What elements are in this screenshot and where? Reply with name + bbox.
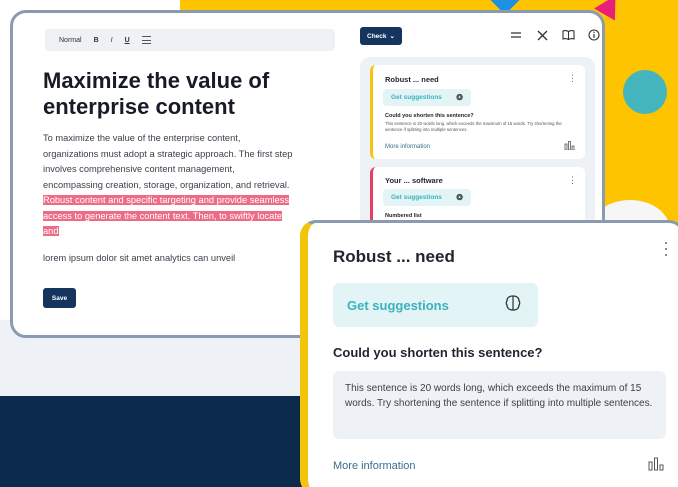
italic-button[interactable]: I bbox=[111, 37, 113, 44]
close-icon[interactable] bbox=[535, 28, 549, 42]
highlighted-issue-text[interactable]: Robust content and specific targeting an… bbox=[43, 195, 289, 236]
chart-icon[interactable] bbox=[648, 457, 664, 474]
check-button[interactable]: Check ⌄ bbox=[360, 27, 402, 45]
kebab-menu-icon[interactable]: ⋮ bbox=[568, 73, 577, 84]
underline-button[interactable]: U bbox=[125, 37, 130, 44]
zoom-card-description: This sentence is 20 words long, which ex… bbox=[333, 371, 666, 439]
document-title[interactable]: Maximize the value of enterprise content bbox=[43, 68, 313, 120]
info-icon[interactable] bbox=[587, 28, 601, 42]
menu-icon[interactable] bbox=[509, 28, 523, 42]
body-text: To maximize the value of the enterprise … bbox=[43, 133, 293, 190]
card-question: Could you shorten this sentence? bbox=[385, 113, 474, 119]
document-paragraph-lorem[interactable]: lorem ipsum dolor sit amet analytics can… bbox=[43, 253, 235, 263]
bold-button[interactable]: B bbox=[94, 37, 99, 44]
panel-header-icons bbox=[509, 28, 601, 42]
document-body[interactable]: To maximize the value of the enterprise … bbox=[43, 131, 293, 240]
get-suggestions-button[interactable]: Get suggestions bbox=[333, 283, 538, 327]
more-information-link[interactable]: More information bbox=[333, 460, 416, 472]
formatting-toolbar: Normal B I U bbox=[45, 29, 335, 51]
zoom-card-title: Robust ... need bbox=[333, 247, 455, 266]
get-suggestions-label: Get suggestions bbox=[391, 94, 442, 101]
card-title: Robust ... need bbox=[385, 75, 439, 84]
brain-icon: ❂ bbox=[456, 193, 463, 202]
card-title: Your ... software bbox=[385, 176, 443, 185]
book-icon[interactable] bbox=[561, 28, 575, 42]
get-suggestions-button[interactable]: Get suggestions ❂ bbox=[383, 89, 471, 106]
get-suggestions-button[interactable]: Get suggestions ❂ bbox=[383, 189, 471, 206]
suggestion-card-zoomed[interactable]: Robust ... need · · · Get suggestions Coul… bbox=[300, 220, 678, 487]
paragraph-style-dropdown[interactable]: Normal bbox=[59, 37, 82, 44]
check-button-label: Check bbox=[367, 32, 387, 40]
brain-icon: ❂ bbox=[456, 93, 463, 102]
kebab-menu-icon[interactable]: · · · bbox=[663, 233, 669, 263]
chevron-down-icon: ⌄ bbox=[389, 33, 395, 40]
card-subtitle: Numbered list bbox=[385, 213, 422, 219]
list-icon[interactable] bbox=[141, 36, 151, 44]
suggestion-card[interactable]: Robust ... need ⋮ Get suggestions ❂ Coul… bbox=[370, 65, 585, 159]
card-description: This sentence is 20 words long, which ex… bbox=[385, 121, 562, 132]
decorative-teal-circle bbox=[623, 70, 667, 114]
get-suggestions-label: Get suggestions bbox=[347, 297, 449, 313]
save-button[interactable]: Save bbox=[43, 288, 76, 308]
more-information-link[interactable]: More information bbox=[385, 144, 430, 150]
get-suggestions-label: Get suggestions bbox=[391, 194, 442, 201]
brain-icon bbox=[504, 294, 522, 317]
chart-icon[interactable] bbox=[564, 141, 575, 152]
zoom-card-question: Could you shorten this sentence? bbox=[333, 345, 543, 360]
kebab-menu-icon[interactable]: ⋮ bbox=[568, 175, 577, 186]
